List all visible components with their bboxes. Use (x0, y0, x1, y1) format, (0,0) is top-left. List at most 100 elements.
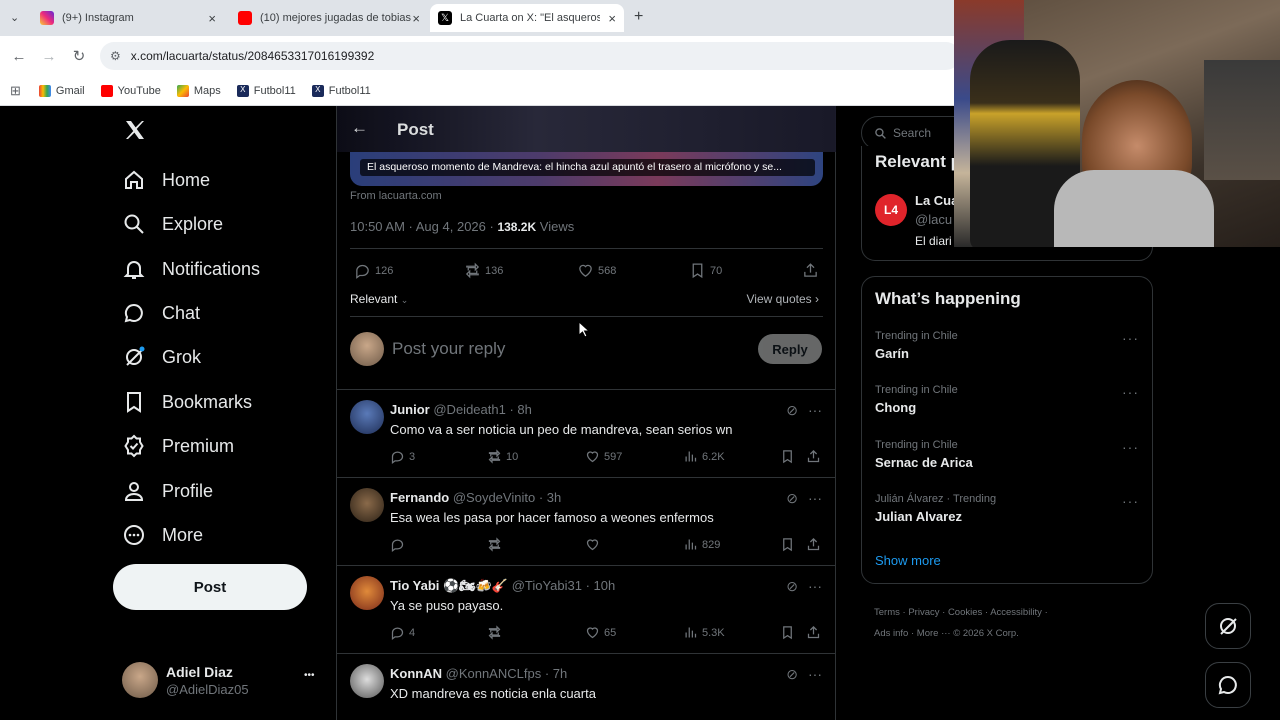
sidebar-item-grok[interactable]: Grok (122, 345, 201, 369)
reply-item[interactable]: KonnAN @KonnANCLfps · 7h ⊘ ··· XD mandrev… (337, 654, 836, 720)
sidebar-item-premium[interactable]: Premium (122, 434, 234, 458)
grok-icon[interactable]: ⊘ (786, 402, 798, 419)
account-name[interactable]: La Cua (915, 193, 958, 208)
account-more-icon[interactable]: ••• (304, 670, 315, 681)
tab-youtube[interactable]: (10) mejores jugadas de tobias × (230, 4, 428, 32)
back-arrow-icon[interactable]: ← (351, 118, 368, 138)
grok-icon[interactable]: ⊘ (786, 490, 798, 507)
trend-item[interactable]: Julián Álvarez · Trending Julian Alvarez ·… (875, 493, 1139, 524)
sidebar-item-bookmarks[interactable]: Bookmarks (122, 390, 252, 414)
reply-author[interactable]: Fernando (390, 490, 449, 505)
more-icon[interactable]: ··· (808, 666, 822, 683)
reply-action[interactable]: 126 (354, 262, 393, 279)
site-info-icon[interactable]: ⚙ (110, 49, 121, 63)
more-icon[interactable]: ··· (808, 402, 822, 419)
post-timestamp[interactable]: 10:50 AM · Aug 4, 2026 · (350, 219, 494, 234)
account-avatar[interactable]: L4 (875, 194, 907, 226)
footer-link[interactable]: Accessibility (990, 607, 1042, 618)
share-action[interactable] (806, 449, 825, 464)
sidebar-item-chat[interactable]: Chat (122, 301, 200, 325)
footer-link[interactable]: Ads info (874, 628, 908, 639)
link-source[interactable]: From lacuarta.com (350, 190, 442, 202)
trend-item[interactable]: Trending in Chile Sernac de Arica ··· (875, 439, 1139, 470)
sort-dropdown[interactable]: Relevant ⌄ (350, 292, 408, 306)
sidebar-item-explore[interactable]: Explore (122, 212, 223, 236)
trend-item[interactable]: Trending in Chile Chong ··· (875, 384, 1139, 415)
share-action[interactable] (806, 625, 825, 640)
more-icon[interactable]: ··· (1122, 439, 1139, 455)
bookmark-action[interactable] (780, 625, 799, 640)
bookmark-gmail[interactable]: Gmail (38, 84, 85, 97)
repost-action[interactable] (487, 625, 506, 640)
post-button[interactable]: Post (113, 564, 307, 610)
more-icon[interactable]: ··· (808, 578, 822, 595)
reply-item[interactable]: Junior @Deideath1 · 8h ⊘ ··· Como va a se… (337, 390, 836, 478)
grok-icon[interactable]: ⊘ (786, 578, 798, 595)
avatar[interactable] (350, 400, 384, 434)
x-logo-icon[interactable] (123, 118, 147, 142)
reply-handle[interactable]: @SoydeVinito (453, 490, 535, 505)
apps-grid-icon[interactable]: ⊞ (10, 83, 21, 99)
footer-link[interactable]: More ··· (917, 628, 951, 639)
show-more-link[interactable]: Show more (875, 553, 941, 568)
footer-link[interactable]: Cookies (948, 607, 982, 618)
reply-button[interactable]: Reply (758, 334, 822, 364)
tab-instagram[interactable]: (9+) Instagram × (32, 4, 224, 32)
views-action[interactable]: 829 (683, 537, 720, 552)
share-action[interactable] (806, 537, 825, 552)
share-action[interactable] (802, 262, 819, 282)
reply-author[interactable]: KonnAN (390, 666, 442, 681)
reply-author[interactable]: Tio Yabi ⚽🏍🍻🎸 (390, 578, 508, 593)
footer-link[interactable]: Terms (874, 607, 900, 618)
repost-action[interactable]: 136 (464, 262, 503, 279)
footer-link[interactable]: Privacy (908, 607, 939, 618)
grok-icon[interactable]: ⊘ (786, 666, 798, 683)
reply-handle[interactable]: @TioYabi31 (512, 578, 582, 593)
more-icon[interactable]: ··· (1122, 330, 1139, 346)
back-icon[interactable]: ← (4, 48, 34, 65)
reply-action[interactable]: 4 (390, 625, 415, 640)
bookmark-youtube[interactable]: YouTube (100, 84, 161, 97)
bookmark-maps[interactable]: Maps (176, 84, 221, 97)
reply-input[interactable]: Post your reply (392, 339, 505, 359)
reply-item[interactable]: Fernando @SoydeVinito · 3h ⊘ ··· Esa wea … (337, 478, 836, 566)
bookmark-futbol11-a[interactable]: X Futbol11 (236, 84, 296, 97)
forward-icon[interactable]: → (34, 48, 64, 65)
more-icon[interactable]: ··· (1122, 384, 1139, 400)
link-card[interactable]: El asqueroso momento de Mandreva: el hin… (350, 152, 823, 186)
like-action[interactable]: 597 (585, 449, 622, 464)
views-action[interactable]: 5.3K (683, 625, 725, 640)
trend-item[interactable]: Trending in Chile Garín ··· (875, 330, 1139, 361)
views-action[interactable]: 6.2K (683, 449, 725, 464)
url-omnibox[interactable]: ⚙ x.com/lacuarta/status/2084653317016199… (100, 42, 960, 70)
view-quotes-link[interactable]: View quotes › (747, 292, 820, 306)
reply-author[interactable]: Junior (390, 402, 430, 417)
more-icon[interactable]: ··· (1122, 493, 1139, 509)
reply-action[interactable] (390, 537, 409, 552)
like-action[interactable]: 65 (585, 625, 616, 640)
avatar[interactable] (350, 664, 384, 698)
reload-icon[interactable]: ↻ (64, 47, 94, 65)
bookmark-futbol11-b[interactable]: X Futbol11 (311, 84, 371, 97)
repost-action[interactable] (487, 537, 506, 552)
avatar[interactable] (350, 576, 384, 610)
avatar[interactable] (350, 488, 384, 522)
bookmark-action[interactable]: 70 (689, 262, 722, 279)
close-tab-icon[interactable]: × (412, 11, 420, 26)
new-tab-button[interactable]: + (634, 8, 643, 26)
bookmark-action[interactable] (780, 449, 799, 464)
sidebar-item-home[interactable]: Home (122, 168, 210, 192)
close-tab-icon[interactable]: × (208, 11, 216, 26)
sidebar-item-notifications[interactable]: Notifications (122, 257, 260, 281)
close-tab-icon[interactable]: × (608, 11, 616, 26)
reply-handle[interactable]: @KonnANCLfps (446, 666, 542, 681)
reply-handle[interactable]: @Deideath1 (433, 402, 505, 417)
bookmark-action[interactable] (780, 537, 799, 552)
account-handle[interactable]: @lacu (915, 212, 952, 227)
repost-action[interactable]: 10 (487, 449, 518, 464)
sidebar-item-more[interactable]: More (122, 523, 203, 547)
like-action[interactable]: 568 (577, 262, 616, 279)
tab-search-chevron-icon[interactable]: ⌄ (10, 11, 19, 24)
grok-fab[interactable] (1205, 603, 1251, 649)
sidebar-item-profile[interactable]: Profile (122, 479, 213, 503)
